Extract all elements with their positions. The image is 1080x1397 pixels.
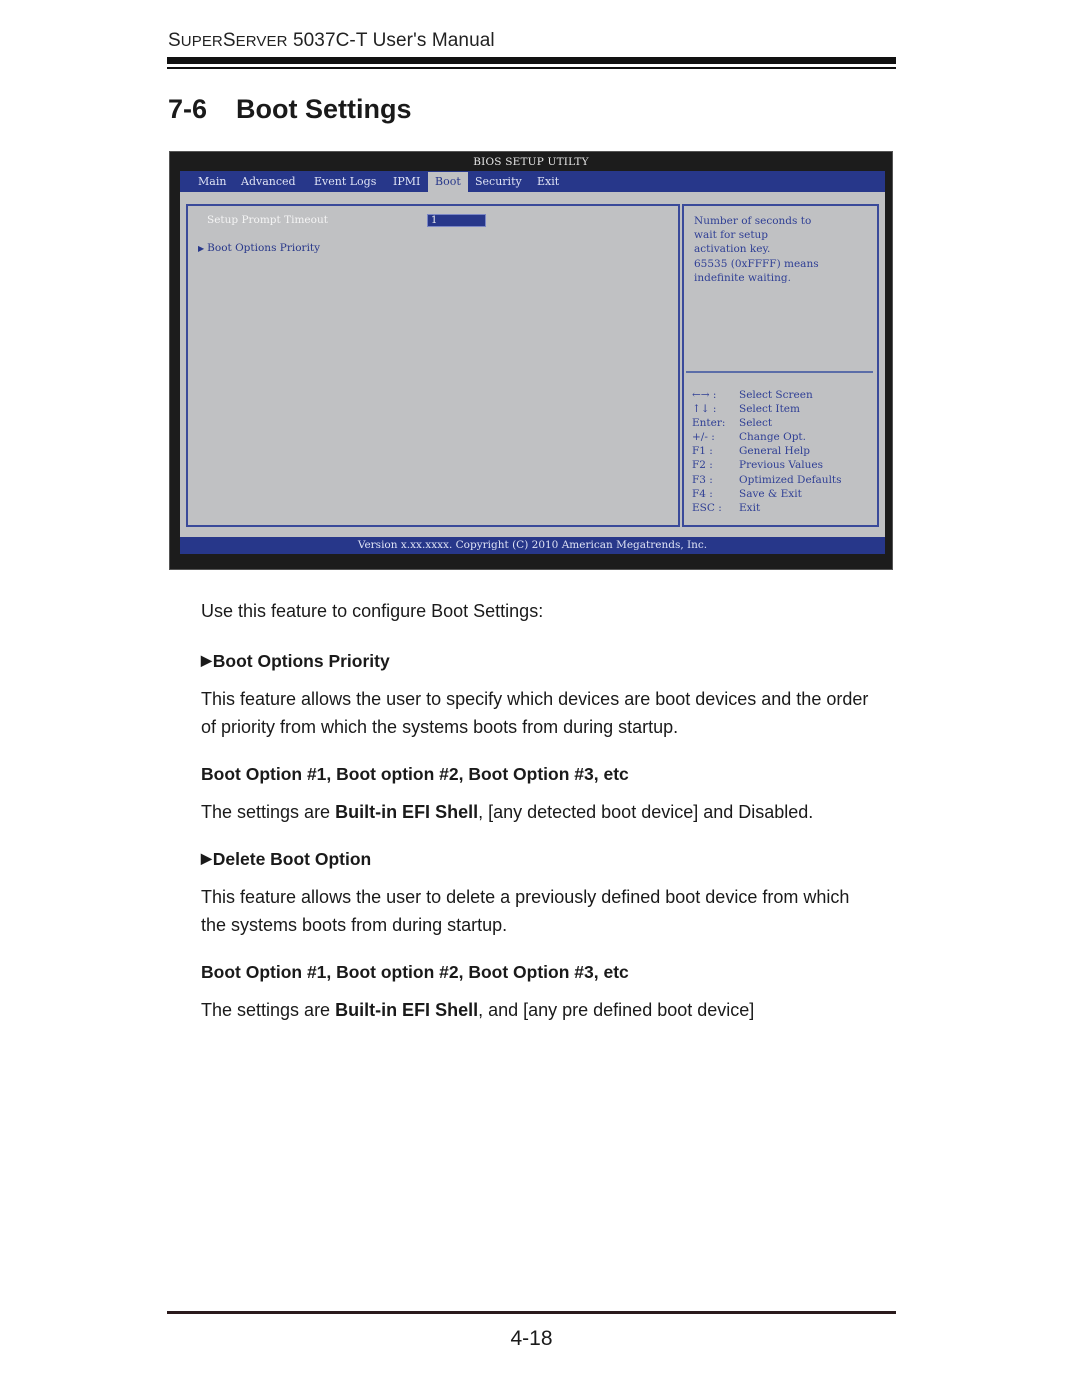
key-action: General Help [739,445,811,458]
section-title-text: Boot Settings [236,94,412,124]
key-action: Exit [739,501,761,514]
boot-option-settings: The settings are Built-in EFI Shell, [an… [201,798,813,826]
key-row: +/- : Change Opt. [692,430,842,444]
delete-boot-option-settings: The settings are Built-in EFI Shell, and… [201,996,754,1024]
help-divider [686,371,873,373]
key-action: Save & Exit [739,487,802,500]
key-row: ←→ : Select Screen [692,388,842,402]
bios-tab-event-logs[interactable]: Event Logs [314,175,376,188]
triangle-right-icon: ▶ [201,850,212,866]
key-row: F1 : General Help [692,444,842,458]
heading-text: Boot Options Priority [212,651,390,671]
text-run: , and [any pre defined boot device] [478,1000,755,1020]
manual-title-part: ERVER [235,33,288,50]
key-label: F2 : [692,459,713,472]
bios-footer: Version x.xx.xxxx. Copyright (C) 2010 Am… [180,537,885,554]
submenu-label: Boot Options Priority [207,242,321,254]
header-rule-thin [167,67,896,69]
key-label: F4 : [692,487,713,500]
bios-tab-exit[interactable]: Exit [537,175,559,188]
bios-title: BIOS SETUP UTILTY [473,156,589,168]
key-action: Select Screen [739,389,813,401]
bios-menubar: Main Advanced Event Logs IPMI Boot Secur… [180,171,885,192]
key-action: Select [739,417,773,430]
text-line: This feature allows the user to specify … [201,689,869,709]
help-line: Number of seconds to [694,215,812,227]
text-run: The settings are [201,802,336,822]
setup-prompt-timeout-label[interactable]: Setup Prompt Timeout [207,214,328,226]
manual-title-part: 5037C-T User's Manual [287,30,495,51]
header-rule-thick [167,57,896,64]
help-line: wait for setup [694,229,769,242]
intro-text: Use this feature to configure Boot Setti… [201,601,544,621]
triangle-right-icon: ▶ [198,244,205,253]
text-line: This feature allows the user to delete a… [201,887,850,907]
heading-text: Delete Boot Option [212,849,372,869]
bios-screenshot: BIOS SETUP UTILTY Main Advanced Event Lo… [169,151,893,570]
bios-tab-ipmi[interactable]: IPMI [393,175,420,188]
bold-run: Built-in EFI Shell [335,1000,479,1020]
boot-option-subheading: Boot Option #1, Boot option #2, Boot Opt… [201,764,629,784]
key-action: Optimized Defaults [739,473,842,486]
key-row: F2 : Previous Values [692,458,842,472]
key-label: +/- : [692,431,715,444]
key-label: ESC : [692,501,722,514]
key-action: Select Item [739,403,800,416]
help-text: Number of seconds to wait for setup acti… [694,214,819,285]
key-label: Enter: [692,417,726,430]
key-label: F3 : [692,473,713,486]
footer-rule [167,1311,896,1314]
heading-delete-boot-option: ▶Delete Boot Option [201,849,371,870]
section-number: 7-6 [168,94,208,124]
key-legend: ←→ : Select Screen ↑↓ : Select Item Enter:… [692,388,842,515]
triangle-right-icon: ▶ [201,652,212,668]
page-number: 4-18 [510,1327,553,1350]
key-label: ←→ : [692,389,717,401]
key-row: F3 : Optimized Defaults [692,473,842,487]
bios-options-panel: Setup Prompt Timeout 1 ▶ Boot Options Pri… [186,204,680,527]
key-row: ESC : Exit [692,501,842,515]
boot-options-priority-submenu[interactable]: ▶ Boot Options Priority [198,242,320,254]
key-label: ↑↓ : [692,403,717,416]
key-row: F4 : Save & Exit [692,487,842,501]
manual-title-part: S [222,30,236,51]
bios-body: Setup Prompt Timeout 1 ▶ Boot Options Pri… [180,192,885,537]
text-run: , [any detected boot device] and Disable… [478,802,814,822]
bios-tab-main[interactable]: Main [198,175,226,188]
key-label: F1 : [692,445,713,458]
bios-help-panel: Number of seconds to wait for setup acti… [682,204,879,527]
bios-tab-security[interactable]: Security [475,175,522,188]
delete-boot-option-description: This feature allows the user to delete a… [201,883,849,939]
setup-prompt-timeout-value[interactable]: 1 [427,214,486,227]
key-row: Enter: Select [692,416,842,430]
bios-tab-advanced[interactable]: Advanced [241,175,296,188]
key-action: Previous Values [739,459,823,472]
heading-boot-options-priority: ▶Boot Options Priority [201,651,390,672]
manual-title-part: S [168,30,181,51]
text-line: of priority from which the systems boots… [201,717,679,737]
running-header: SUPERSERVER 5037C-T User's Manual [168,30,495,52]
text-run: The settings are [201,1000,336,1020]
bios-tab-boot[interactable]: Boot [428,172,468,192]
delete-boot-option-subheading: Boot Option #1, Boot option #2, Boot Opt… [201,962,629,982]
boot-options-priority-description: This feature allows the user to specify … [201,685,868,741]
help-line: activation key. [694,243,771,256]
key-row: ↑↓ : Select Item [692,402,842,416]
text-line: the systems boots from during startup. [201,915,508,935]
help-line: 65535 (0xFFFF) means [694,257,819,270]
bold-run: Built-in EFI Shell [335,802,479,822]
help-line: indefinite waiting. [694,271,791,284]
key-action: Change Opt. [739,431,806,444]
section-title: 7-6 Boot Settings [168,94,412,125]
manual-title-part: UPER [180,33,223,50]
